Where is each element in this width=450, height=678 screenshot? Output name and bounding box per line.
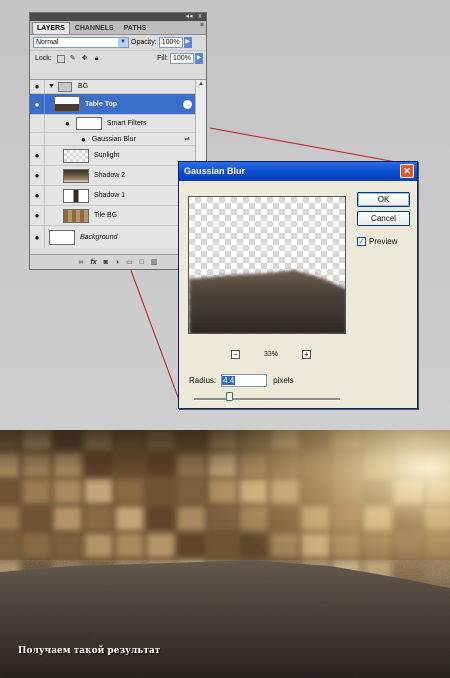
new-layer-icon[interactable]: □ bbox=[140, 259, 144, 266]
layer-name: Gaussian Blur bbox=[91, 135, 136, 143]
trash-icon[interactable]: ▥ bbox=[151, 258, 158, 266]
radius-value: 4.4 bbox=[222, 376, 236, 385]
opacity-field[interactable]: 100% bbox=[158, 37, 183, 48]
visibility-eye-icon[interactable]: ● bbox=[30, 166, 45, 185]
radius-input[interactable]: 4.4 bbox=[221, 374, 268, 387]
close-icon[interactable]: x bbox=[195, 13, 205, 21]
folder-icon[interactable]: ▭ bbox=[126, 258, 133, 266]
collapse-icon[interactable]: ◂◂ bbox=[184, 13, 194, 21]
visibility-eye-icon[interactable]: ● bbox=[30, 186, 45, 205]
layer-name: BG bbox=[77, 83, 89, 90]
visibility-eye-icon[interactable]: ● bbox=[30, 206, 45, 225]
preview-checkbox-row[interactable]: ✓ Preview bbox=[357, 237, 397, 246]
layer-name: Tile BG bbox=[94, 212, 118, 219]
visibility-eye-icon[interactable]: ● bbox=[65, 119, 70, 128]
result-scene bbox=[0, 430, 450, 678]
table-top-surface bbox=[0, 560, 450, 678]
lock-label: Lock: bbox=[35, 55, 52, 62]
fx-icon[interactable]: fx bbox=[90, 259, 96, 266]
visibility-eye-icon[interactable]: ● bbox=[30, 146, 45, 165]
dialog-title: Gaussian Blur bbox=[184, 166, 246, 176]
layer-thumbnail bbox=[63, 148, 89, 163]
zoom-controls: − 33% + bbox=[231, 350, 311, 359]
zoom-in-button[interactable]: + bbox=[301, 350, 311, 359]
smart-object-icon bbox=[183, 99, 192, 109]
fill-field[interactable]: 100% bbox=[170, 53, 194, 64]
tab-channels[interactable]: CHANNELS bbox=[70, 22, 119, 34]
blend-mode-select[interactable]: Normal ▼ bbox=[33, 37, 129, 48]
zoom-out-button[interactable]: − bbox=[231, 350, 240, 359]
preview-label: Preview bbox=[369, 237, 398, 246]
layer-name: Background bbox=[80, 233, 118, 241]
layer-shadow-1[interactable]: ● Shadow 1 bbox=[30, 186, 196, 206]
zoom-level: 33% bbox=[263, 351, 278, 358]
tab-paths[interactable]: PATHS bbox=[119, 22, 152, 34]
lock-icons: ✎ ✥ 🔒︎ bbox=[56, 54, 101, 63]
preview-image bbox=[189, 270, 345, 333]
result-image bbox=[0, 430, 450, 678]
panel-menu-icon[interactable]: ≡ bbox=[200, 22, 204, 29]
layer-name: Shadow 2 bbox=[94, 172, 126, 179]
ok-button[interactable]: OK bbox=[357, 192, 410, 207]
layer-thumbnail bbox=[63, 168, 89, 183]
layer-thumbnail bbox=[63, 208, 89, 223]
layer-thumbnail bbox=[54, 96, 80, 112]
visibility-eye-icon bbox=[30, 133, 45, 145]
radius-label: Radius: bbox=[189, 376, 217, 385]
preview-checkbox[interactable]: ✓ bbox=[357, 237, 366, 246]
filter-options-icon[interactable]: ⇌ bbox=[184, 135, 190, 143]
disclosure-triangle-icon[interactable]: ▼ bbox=[48, 83, 55, 90]
lock-move-icon[interactable]: ✥ bbox=[81, 55, 89, 63]
lock-transparency-icon[interactable] bbox=[56, 54, 65, 63]
blend-row: Normal ▼ Opacity: 100% ▶ bbox=[30, 35, 206, 50]
layer-sunlight[interactable]: ● Sunlight bbox=[30, 146, 196, 166]
fill-arrow-icon[interactable]: ▶ bbox=[195, 53, 203, 64]
mask-icon[interactable]: ◙ bbox=[104, 259, 108, 266]
link-icon[interactable]: ∞ bbox=[78, 259, 83, 266]
filter-mask-thumbnail bbox=[75, 117, 102, 130]
panel-tabs: LAYERS CHANNELS PATHS ≡ bbox=[30, 21, 206, 35]
visibility-eye-icon[interactable]: ● bbox=[30, 80, 45, 93]
fill-label: Fill: bbox=[157, 55, 168, 62]
layer-background[interactable]: ● Background 🔒︎ bbox=[30, 226, 196, 248]
layer-name: Shadow 1 bbox=[94, 192, 126, 199]
adjustment-icon[interactable]: ◑ bbox=[115, 259, 119, 266]
layer-smart-filters[interactable]: ● Smart Filters bbox=[30, 115, 196, 133]
opacity-arrow-icon[interactable]: ▶ bbox=[183, 37, 192, 48]
radius-unit: pixels bbox=[273, 376, 294, 385]
radius-slider-thumb[interactable] bbox=[226, 392, 233, 401]
folder-icon bbox=[57, 81, 72, 92]
visibility-eye-icon[interactable]: ● bbox=[30, 226, 45, 248]
chevron-down-icon[interactable]: ▼ bbox=[118, 38, 128, 47]
cancel-button[interactable]: Cancel bbox=[357, 211, 410, 226]
blend-mode-value: Normal bbox=[36, 39, 59, 46]
lock-row: Lock: ✎ ✥ 🔒︎ Fill: 100% ▶ bbox=[30, 50, 206, 66]
gaussian-blur-dialog: Gaussian Blur ✕ OK Cancel ✓ Preview − 33… bbox=[178, 161, 418, 409]
visibility-eye-icon[interactable]: ● bbox=[81, 135, 86, 144]
radius-slider-track[interactable] bbox=[194, 398, 340, 401]
blur-preview[interactable] bbox=[188, 196, 346, 334]
layer-tile-bg[interactable]: ● Tile BG bbox=[30, 206, 196, 226]
layer-thumbnail bbox=[49, 229, 75, 245]
lock-brush-icon[interactable]: ✎ bbox=[69, 55, 77, 63]
layer-name: Sunlight bbox=[94, 152, 120, 159]
layer-table-top[interactable]: ● Table Top bbox=[30, 94, 196, 115]
layer-name: Table Top bbox=[85, 100, 118, 108]
caption-text: Получаем такой результат bbox=[18, 646, 161, 656]
dialog-titlebar[interactable]: Gaussian Blur ✕ bbox=[179, 162, 417, 181]
opacity-label: Opacity: bbox=[131, 39, 157, 46]
filter-gaussian-blur[interactable]: ● Gaussian Blur ⇌ bbox=[30, 133, 196, 146]
layer-group-bg[interactable]: ● ▼ BG bbox=[30, 80, 196, 94]
radius-row: Radius: 4.4 pixels bbox=[189, 374, 294, 387]
close-icon[interactable]: ✕ bbox=[400, 164, 414, 178]
tab-layers[interactable]: LAYERS bbox=[32, 22, 70, 34]
layer-thumbnail bbox=[63, 188, 89, 203]
visibility-eye-icon bbox=[30, 115, 45, 132]
panel-titlebar[interactable]: ◂◂ x bbox=[30, 13, 206, 21]
lock-all-icon[interactable]: 🔒︎ bbox=[93, 55, 101, 63]
layer-shadow-2[interactable]: ● Shadow 2 bbox=[30, 166, 196, 186]
layer-name: Smart Filters bbox=[106, 120, 147, 127]
visibility-eye-icon[interactable]: ● bbox=[30, 94, 45, 114]
scroll-up-icon[interactable]: ▲ bbox=[196, 80, 206, 89]
